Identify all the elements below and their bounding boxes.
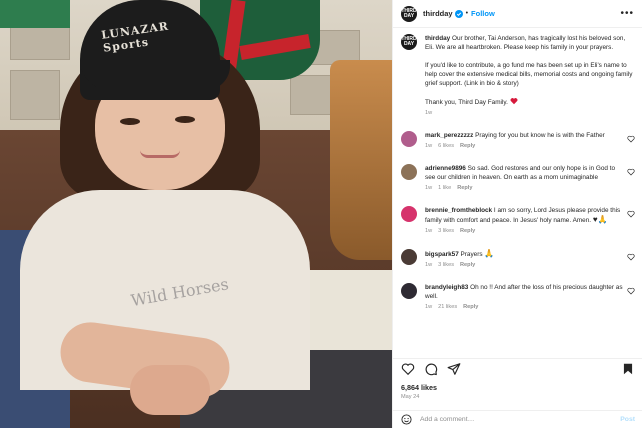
post-sidebar: THIRD DAY thirdday • Follow ••• THIRD DA… (392, 0, 642, 428)
add-comment-bar: Add a comment… Post (393, 410, 642, 428)
hand (130, 365, 210, 415)
comment-row: adrienne9896 So sad. God restores and ou… (401, 164, 635, 193)
avatar[interactable] (401, 249, 417, 265)
comment-row: brandyleigh83 Oh no !! And after the los… (401, 283, 635, 312)
gift-box (0, 0, 70, 28)
timestamp: 1w (425, 185, 433, 191)
avatar[interactable] (401, 131, 417, 147)
reply-button[interactable]: Reply (460, 143, 475, 149)
heart-icon[interactable] (627, 210, 635, 218)
caption-text: Thank you, Third Day Family. (425, 99, 508, 106)
caption-text: If you'd like to contribute, a go fund m… (425, 62, 633, 87)
comment-emoji: ♥🙏 (592, 215, 608, 224)
caption: THIRD DAY thirdday Our brother, Tai Ande… (401, 34, 635, 118)
likes-count[interactable]: 6,864 likes (401, 383, 437, 392)
avatar[interactable] (401, 206, 417, 222)
post-photo[interactable]: Wild Horses LUNAZAR Sports (0, 0, 392, 428)
comment-likes[interactable]: 3 likes (438, 228, 454, 234)
comment-row: bigspark57 Prayers 🙏 1w 3 likes Reply (401, 249, 635, 270)
post-header: THIRD DAY thirdday • Follow ••• (393, 0, 642, 28)
heart-emoji-icon (510, 98, 518, 105)
avatar[interactable] (401, 164, 417, 180)
verified-icon (454, 9, 463, 18)
cap-brim (80, 60, 230, 90)
timestamp: 1w (425, 143, 433, 149)
separator: • (465, 10, 469, 17)
save-icon[interactable] (621, 362, 635, 376)
caption-username[interactable]: thirdday (425, 35, 450, 42)
comments-list[interactable]: THIRD DAY thirdday Our brother, Tai Ande… (393, 30, 642, 352)
avatar[interactable] (401, 283, 417, 299)
heart-icon[interactable] (627, 287, 635, 295)
boot (330, 60, 392, 260)
avatar[interactable]: THIRD DAY (401, 5, 417, 22)
comment-text: Prayers (460, 251, 483, 258)
comment-input[interactable]: Add a comment… (420, 416, 620, 423)
emoji-icon[interactable] (401, 414, 412, 425)
comment-username[interactable]: brennie_fromtheblock (425, 207, 492, 214)
action-bar (393, 358, 642, 378)
smile (140, 150, 180, 158)
heart-icon[interactable] (627, 168, 635, 176)
comment-username[interactable]: brandyleigh83 (425, 284, 468, 291)
caption-text: Our brother, Tai Anderson, has tragicall… (425, 35, 626, 51)
reply-button[interactable]: Reply (457, 185, 472, 191)
comment-likes[interactable]: 1 like (438, 185, 451, 191)
heart-icon[interactable] (627, 135, 635, 143)
comment-emoji: 🙏 (484, 249, 495, 258)
post-date: May 24 (401, 394, 420, 400)
heart-icon[interactable] (627, 253, 635, 261)
reply-button[interactable]: Reply (463, 304, 478, 310)
reply-button[interactable]: Reply (460, 228, 475, 234)
post-button[interactable]: Post (620, 416, 635, 423)
comment-username[interactable]: bigspark57 (425, 251, 459, 258)
comment-row: mark_perezzzzz Praying for you but know … (401, 131, 635, 151)
reply-button[interactable]: Reply (460, 262, 475, 268)
comment-username[interactable]: adrienne9896 (425, 165, 466, 172)
comment-username[interactable]: mark_perezzzzz (425, 132, 473, 139)
share-icon[interactable] (447, 362, 461, 376)
comment-text: Praying for you but know he is with the … (475, 132, 605, 139)
avatar[interactable]: THIRD DAY (401, 34, 417, 50)
timestamp: 1w (425, 110, 433, 116)
comment-icon[interactable] (424, 362, 438, 376)
heart-icon[interactable] (401, 362, 415, 376)
timestamp: 1w (425, 304, 433, 310)
comment-likes[interactable]: 3 likes (438, 262, 454, 268)
follow-button[interactable]: Follow (471, 9, 495, 18)
comment-likes[interactable]: 21 likes (438, 304, 457, 310)
comment-row: brennie_fromtheblock I am so sorry, Lord… (401, 206, 635, 236)
comment-likes[interactable]: 6 likes (438, 143, 454, 149)
more-icon[interactable]: ••• (620, 8, 634, 19)
username[interactable]: thirdday (423, 9, 453, 18)
timestamp: 1w (425, 228, 433, 234)
timestamp: 1w (425, 262, 433, 268)
